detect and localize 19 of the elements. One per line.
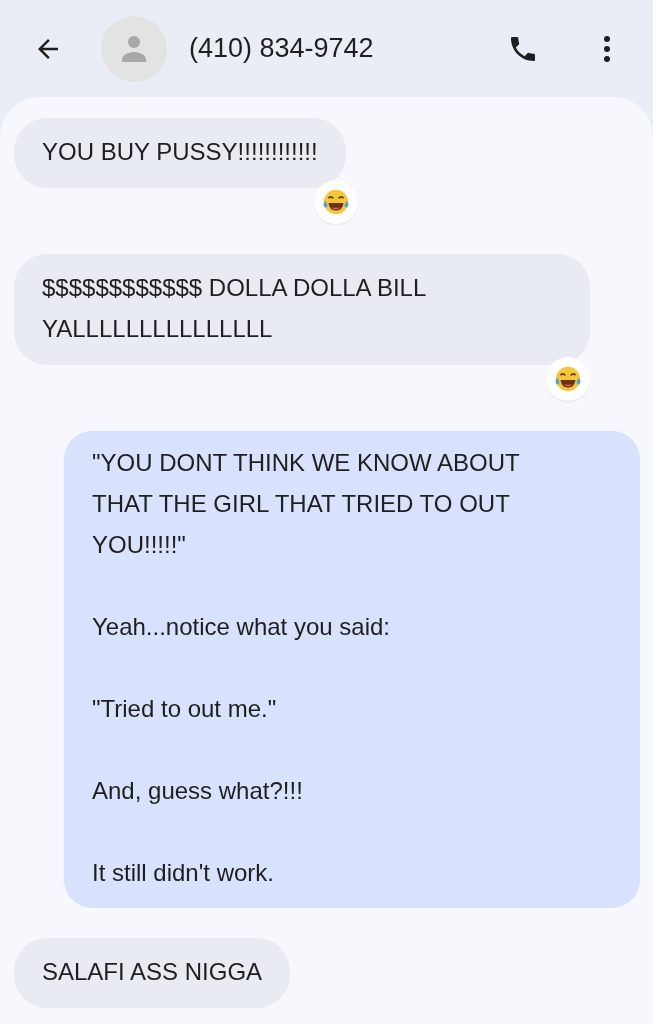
message-text: Yeah...notice what you said: <box>92 612 391 642</box>
avatar-icon <box>101 15 167 82</box>
message-bubble[interactable]: YOU BUY PUSSY!!!!!!!!!!!! <box>14 118 346 188</box>
message-text: And, guess what?!!! <box>92 776 304 806</box>
reaction-badge[interactable] <box>314 180 358 224</box>
message-text: YOU BUY PUSSY!!!!!!!!!!!! <box>42 137 318 167</box>
message-text: $$$$$$$$$$$$ DOLLA DOLLA BILL YALLLLLLLLLLLLLLL <box>42 273 427 344</box>
message-text: It still didn't work. <box>92 858 275 888</box>
message-bubble[interactable]: SALAFI ASS NIGGA <box>14 938 291 1008</box>
laughing-emoji-icon <box>321 187 351 217</box>
reaction-badge[interactable] <box>546 357 590 401</box>
more-options-icon[interactable] <box>603 34 611 63</box>
message-text: SALAFI ASS NIGGA <box>42 957 263 987</box>
message-bubble[interactable]: "YOU DONT THINK WE KNOW ABOUT THAT THE GIRL THAT TRIED TO OUT YOU!!!!!" Yeah...notice what you said: "Tried to out me." And, guess what?!!! It still didn't work. <box>64 431 640 908</box>
message-bubble[interactable]: $$$$$$$$$$$$ DOLLA DOLLA BILL YALLLLLLLLLLLLLLL <box>14 254 590 365</box>
laughing-emoji-icon <box>553 364 583 394</box>
message-text: "YOU DONT THINK WE KNOW ABOUT THAT THE GIRL THAT TRIED TO OUT YOU!!!!!" <box>92 448 521 560</box>
message-text: "Tried to out me." <box>92 694 278 724</box>
contact-number: (410) 834-9742 <box>189 33 375 64</box>
